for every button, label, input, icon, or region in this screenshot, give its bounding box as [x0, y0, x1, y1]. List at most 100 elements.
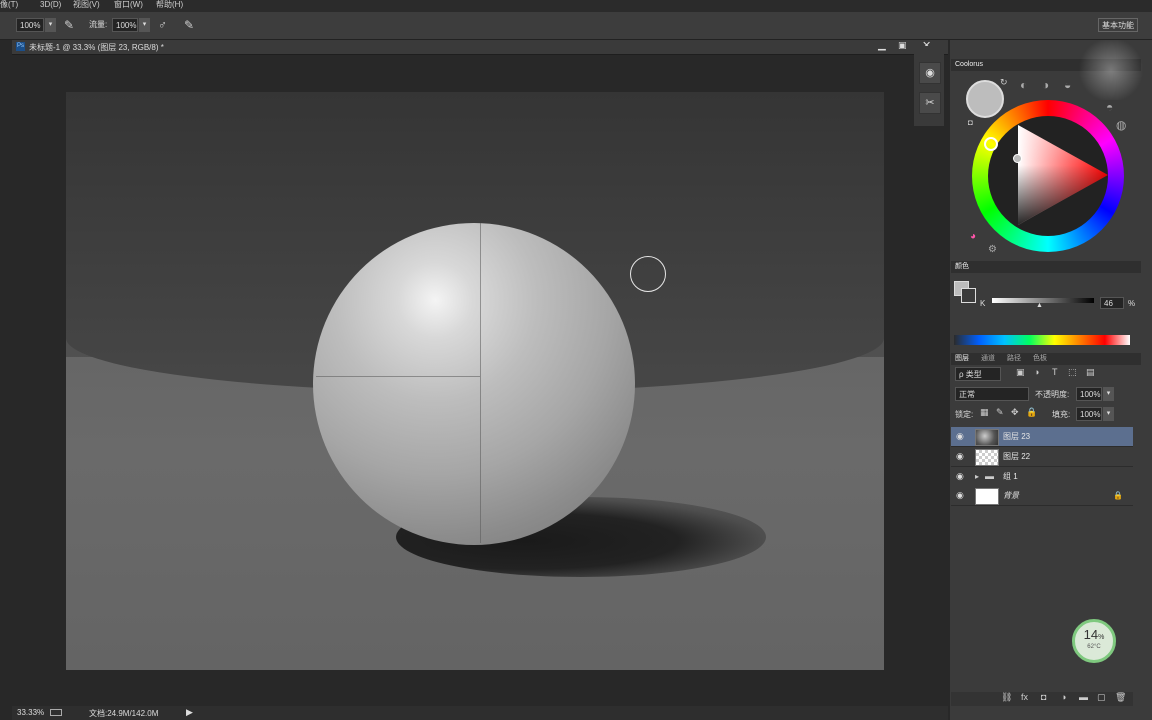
- filter-shape-icon[interactable]: ⬚: [1068, 367, 1077, 378]
- color-title[interactable]: 颜色: [955, 261, 969, 273]
- fill-dropdown-icon[interactable]: ▾: [1103, 407, 1114, 421]
- lock-transparency-icon[interactable]: ▦: [980, 407, 989, 418]
- visibility-eye-icon[interactable]: ◉: [956, 486, 964, 505]
- tab-layers[interactable]: 图层: [955, 353, 969, 365]
- menu-bar: 像(T) 3D(D) 视图(V) 窗口(W) 帮助(H): [0, 0, 1152, 12]
- expand-arrow-icon[interactable]: ▸: [975, 467, 979, 486]
- k-slider-thumb-icon[interactable]: ▲: [1036, 302, 1043, 309]
- lock-all-icon[interactable]: 🔒: [1026, 407, 1037, 418]
- folder-icon: ▬: [985, 471, 994, 481]
- adjustment-icon[interactable]: ◑: [1061, 692, 1066, 702]
- brush-cursor: [630, 256, 666, 292]
- swap-colors-icon[interactable]: ↻: [1000, 77, 1008, 88]
- layer-name[interactable]: 背景: [1003, 486, 1019, 505]
- layer-thumbnail: [975, 449, 999, 466]
- settings-icon[interactable]: ⚙: [988, 244, 997, 255]
- fill-label: 填充:: [1052, 410, 1071, 419]
- coolorus-title[interactable]: Coolorus: [955, 59, 983, 71]
- harmony-icon-2[interactable]: ◑: [1042, 78, 1049, 92]
- menu-window[interactable]: 窗口(W): [114, 0, 143, 9]
- layer-row[interactable]: ◉ 图层 23: [951, 427, 1133, 447]
- menu-image[interactable]: 像(T): [0, 0, 18, 9]
- airbrush-pressure-icon[interactable]: ✎: [64, 18, 74, 32]
- menu-3d[interactable]: 3D(D): [40, 0, 61, 9]
- layer-thumbnail: [975, 429, 999, 446]
- badge-temp: 62°C: [1087, 644, 1101, 650]
- hue-marker[interactable]: [984, 137, 998, 151]
- document-tab[interactable]: Ps 未标题-1 @ 33.3% (图层 23, RGB/8) * ▁ ▣ ✕: [12, 40, 948, 55]
- lock-move-icon[interactable]: ✥: [1011, 407, 1019, 418]
- new-layer-icon[interactable]: ▢: [1097, 692, 1106, 703]
- layer-row[interactable]: ◉ ▸ ▬ 组 1: [951, 467, 1133, 487]
- bg-color-chip[interactable]: [961, 288, 976, 303]
- lock-paint-icon[interactable]: ✎: [996, 407, 1004, 418]
- color-mode-icon[interactable]: ◕: [970, 231, 976, 242]
- lock-icon: 🔒: [1113, 491, 1123, 500]
- tab-paths[interactable]: 路径: [1007, 353, 1021, 365]
- status-icon[interactable]: [50, 709, 62, 716]
- harmony-icon-4[interactable]: ◓: [1106, 100, 1113, 114]
- document-info: 文档:24.9M/142.0M: [89, 709, 159, 718]
- filter-pixel-icon[interactable]: ▣: [1016, 367, 1025, 378]
- fill-field[interactable]: 100%: [1076, 407, 1102, 421]
- menu-view[interactable]: 视图(V): [73, 0, 100, 9]
- opacity-field[interactable]: 100%: [1076, 387, 1102, 401]
- canvas[interactable]: [66, 92, 884, 670]
- filter-adjust-icon[interactable]: ◑: [1034, 367, 1039, 377]
- coolorus-dock-icon[interactable]: ◉: [919, 62, 941, 84]
- status-bar: 33.33% 文档:24.9M/142.0M ▶: [12, 706, 948, 720]
- fx-icon[interactable]: fx: [1021, 692, 1028, 702]
- airbrush-icon[interactable]: ♂: [158, 18, 167, 32]
- badge-unit: %: [1098, 634, 1105, 641]
- mask-icon[interactable]: ◘: [1041, 692, 1046, 702]
- layer-name[interactable]: 图层 23: [1003, 427, 1030, 446]
- filter-smart-icon[interactable]: ▤: [1086, 367, 1095, 378]
- zoom-level[interactable]: 33.33%: [17, 708, 44, 717]
- tab-swatches[interactable]: 色板: [1033, 353, 1047, 365]
- horizontal-guide-line: [316, 376, 480, 377]
- layer-row[interactable]: ◉ 背景 🔒: [951, 486, 1133, 506]
- visibility-eye-icon[interactable]: ◉: [956, 467, 964, 486]
- opacity-dropdown-icon[interactable]: ▾: [1103, 387, 1114, 401]
- k-slider[interactable]: [992, 298, 1094, 303]
- size-dropdown-icon[interactable]: ▾: [45, 18, 56, 32]
- flow-dropdown-icon[interactable]: ▾: [139, 18, 150, 32]
- foreground-color-swatch[interactable]: [966, 80, 1004, 118]
- layer-filter-select[interactable]: ρ 类型: [955, 367, 1001, 381]
- layers-bottom-toolbar: ⛓ fx ◘ ◑ ▬ ▢ 🗑: [951, 692, 1133, 706]
- harmony-icon-3[interactable]: ◒: [1064, 78, 1071, 92]
- color-spectrum-ramp[interactable]: [954, 335, 1130, 345]
- badge-value: 14: [1083, 627, 1099, 642]
- layer-name[interactable]: 图层 22: [1003, 447, 1030, 466]
- minimize-icon[interactable]: ▁: [878, 40, 886, 51]
- layer-row[interactable]: ◉ 图层 22: [951, 447, 1133, 467]
- saturation-marker[interactable]: [1013, 154, 1022, 163]
- tools-dock-icon[interactable]: ✂: [919, 92, 941, 114]
- color-panel-header: 颜色: [951, 261, 1141, 273]
- visibility-eye-icon[interactable]: ◉: [956, 447, 964, 466]
- default-colors-icon[interactable]: ◘: [968, 118, 973, 127]
- tab-channels[interactable]: 通道: [981, 353, 995, 365]
- harmony-icon-1[interactable]: ◐: [1020, 78, 1027, 92]
- menu-help[interactable]: 帮助(H): [156, 0, 183, 9]
- visibility-eye-icon[interactable]: ◉: [956, 427, 964, 446]
- harmony-icon-5[interactable]: ◍: [1116, 118, 1126, 132]
- filter-type-icon[interactable]: T: [1052, 367, 1058, 377]
- ps-icon: Ps: [16, 42, 25, 51]
- blend-mode-select[interactable]: 正常: [955, 387, 1029, 401]
- size-field[interactable]: 100%: [16, 18, 44, 32]
- document-title: 未标题-1 @ 33.3% (图层 23, RGB/8) *: [29, 43, 164, 52]
- k-value-field[interactable]: 46: [1100, 297, 1124, 309]
- layer-thumbnail: [975, 488, 999, 505]
- new-group-icon[interactable]: ▬: [1079, 692, 1088, 702]
- options-bar: 100% ▾ ✎ 流量: 100% ▾ ♂ ✎ 基本功能: [0, 12, 1152, 40]
- workspace-select[interactable]: 基本功能: [1098, 18, 1138, 32]
- collapsed-panel-dock: [914, 46, 944, 126]
- flow-field[interactable]: 100%: [112, 18, 138, 32]
- link-layers-icon[interactable]: ⛓: [1001, 692, 1012, 703]
- status-arrow-icon[interactable]: ▶: [186, 707, 193, 718]
- layer-name[interactable]: 组 1: [1003, 467, 1018, 486]
- delete-layer-icon[interactable]: 🗑: [1115, 692, 1126, 703]
- maximize-icon[interactable]: ▣: [898, 40, 907, 51]
- pressure-size-icon[interactable]: ✎: [184, 18, 194, 32]
